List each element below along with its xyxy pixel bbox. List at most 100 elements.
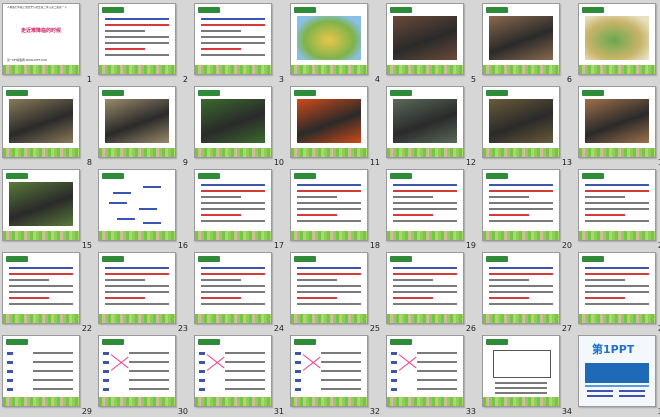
slide-thumbnail[interactable]: 21	[578, 169, 660, 251]
slide-preview[interactable]	[290, 252, 368, 324]
text-line	[585, 291, 649, 293]
slide-thumbnail[interactable]: 20	[482, 169, 578, 251]
match-row-marker	[7, 388, 13, 391]
slide-thumbnail[interactable]: 6	[482, 3, 578, 85]
text-line	[297, 291, 361, 293]
slide-thumbnail[interactable]: 8	[2, 86, 98, 168]
slide-thumbnail[interactable]: 16	[98, 169, 194, 251]
slide-preview[interactable]	[194, 169, 272, 241]
slide-thumbnail[interactable]: 4	[290, 3, 386, 85]
slide-preview[interactable]	[98, 3, 176, 75]
slide-thumbnail[interactable]: 31	[194, 335, 290, 417]
slide-preview[interactable]	[386, 252, 464, 324]
slide-thumbnail[interactable]: 5	[386, 3, 482, 85]
slide-preview[interactable]	[2, 169, 80, 241]
text-line	[201, 202, 265, 204]
match-connector	[206, 356, 225, 371]
disaster-photo	[9, 99, 73, 143]
slide-header-tag	[6, 90, 28, 96]
disaster-photo	[393, 16, 457, 60]
match-row-marker	[7, 352, 13, 355]
slide-preview[interactable]	[482, 3, 560, 75]
flower-border	[195, 65, 271, 74]
slide-preview[interactable]	[578, 252, 656, 324]
slide-preview[interactable]	[290, 86, 368, 158]
slide-footer-text: 第一PPT模板网-WWW.1PPT.COM	[7, 59, 47, 62]
slide-preview[interactable]	[2, 252, 80, 324]
slide-preview[interactable]	[98, 252, 176, 324]
slide-thumbnail[interactable]: 10	[194, 86, 290, 168]
slide-preview[interactable]	[482, 252, 560, 324]
slide-thumbnail[interactable]: 15	[2, 169, 98, 251]
slide-thumbnail[interactable]: 17	[194, 169, 290, 251]
slide-preview[interactable]	[2, 335, 80, 407]
slide-preview[interactable]	[194, 252, 272, 324]
slide-thumbnail[interactable]: 第1PPT35	[578, 335, 660, 417]
slide-number: 16	[177, 241, 188, 250]
text-line	[585, 208, 649, 210]
slide-preview[interactable]	[194, 86, 272, 158]
flower-border	[99, 231, 175, 240]
slide-header-tag	[6, 256, 28, 262]
slide-preview[interactable]	[194, 3, 272, 75]
slide-thumbnail[interactable]: 34	[482, 335, 578, 417]
slide-preview[interactable]	[386, 3, 464, 75]
slide-thumbnail[interactable]: 29	[2, 335, 98, 417]
slide-preview[interactable]	[290, 169, 368, 241]
slide-thumbnail[interactable]: 7	[578, 3, 660, 85]
slide-number: 6	[566, 75, 572, 84]
slide-number: 25	[369, 324, 380, 333]
text-line	[393, 202, 457, 204]
slide-preview[interactable]	[2, 86, 80, 158]
slide-header-tag	[102, 339, 124, 345]
slide-sorter-grid: 人教版七年级上册历史与社会第二单元第二课第一节 走近难降临的时候 第一PPT模板网-…	[0, 0, 660, 416]
slide-thumbnail[interactable]: 33	[386, 335, 482, 417]
slide-thumbnail[interactable]: 32	[290, 335, 386, 417]
slide-thumbnail[interactable]: 13	[482, 86, 578, 168]
slide-thumbnail[interactable]: 23	[98, 252, 194, 334]
slide-preview[interactable]	[578, 3, 656, 75]
text-line	[393, 273, 457, 275]
slide-thumbnail[interactable]: 2	[98, 3, 194, 85]
slide-thumbnail[interactable]: 24	[194, 252, 290, 334]
text-line	[105, 285, 169, 287]
slide-preview[interactable]	[578, 86, 656, 158]
text-line	[585, 184, 649, 186]
slide-thumbnail[interactable]: 19	[386, 169, 482, 251]
slide-preview[interactable]	[386, 335, 464, 407]
slide-thumbnail[interactable]: 人教版七年级上册历史与社会第二单元第二课第一节 走近难降临的时候 第一PPT模板网-…	[2, 3, 98, 85]
slide-preview[interactable]: 第1PPT	[578, 335, 656, 407]
slide-thumbnail[interactable]: 3	[194, 3, 290, 85]
slide-header-tag	[582, 90, 604, 96]
slide-preview[interactable]	[290, 335, 368, 407]
slide-thumbnail[interactable]: 18	[290, 169, 386, 251]
slide-preview[interactable]	[98, 86, 176, 158]
slide-thumbnail[interactable]: 27	[482, 252, 578, 334]
slide-preview[interactable]	[482, 169, 560, 241]
slide-preview[interactable]	[98, 169, 176, 241]
slide-preview[interactable]	[290, 3, 368, 75]
slide-preview[interactable]	[386, 86, 464, 158]
slide-preview[interactable]: 人教版七年级上册历史与社会第二单元第二课第一节 走近难降临的时候 第一PPT模板网-…	[2, 3, 80, 75]
slide-preview[interactable]	[386, 169, 464, 241]
slide-thumbnail[interactable]: 14	[578, 86, 660, 168]
slide-thumbnail[interactable]: 22	[2, 252, 98, 334]
slide-thumbnail[interactable]: 12	[386, 86, 482, 168]
text-line	[489, 303, 553, 305]
slide-preview[interactable]	[194, 335, 272, 407]
slide-thumbnail[interactable]: 25	[290, 252, 386, 334]
flower-border	[579, 65, 655, 74]
slide-thumbnail[interactable]: 26	[386, 252, 482, 334]
text-line	[201, 267, 265, 269]
slide-preview[interactable]	[482, 335, 560, 407]
slide-thumbnail[interactable]: 30	[98, 335, 194, 417]
slide-preview[interactable]	[578, 169, 656, 241]
slide-thumbnail[interactable]: 11	[290, 86, 386, 168]
slide-preview[interactable]	[98, 335, 176, 407]
slide-thumbnail[interactable]: 9	[98, 86, 194, 168]
flower-border	[291, 397, 367, 406]
text-line	[585, 273, 649, 275]
slide-preview[interactable]	[482, 86, 560, 158]
logo-underline	[585, 385, 649, 387]
slide-thumbnail[interactable]: 28	[578, 252, 660, 334]
